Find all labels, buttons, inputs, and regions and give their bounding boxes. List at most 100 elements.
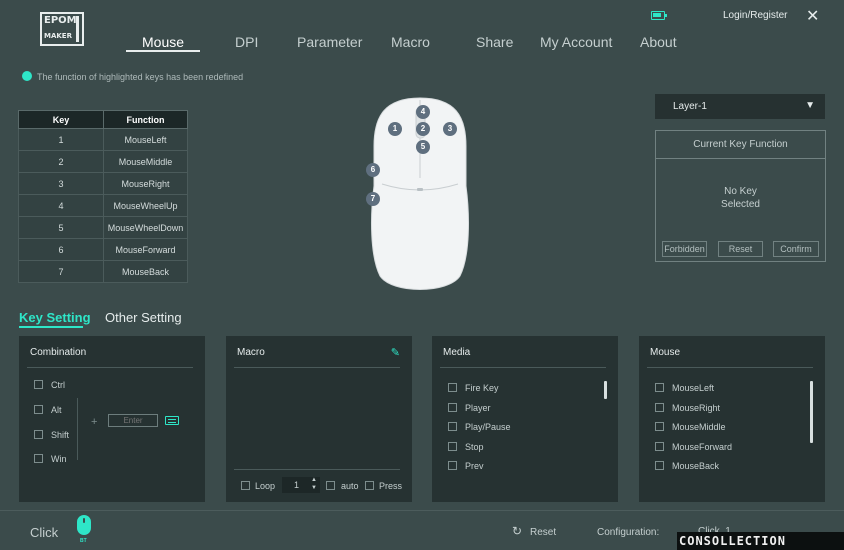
edit-pencil-icon[interactable]: ✎ bbox=[391, 346, 400, 359]
brand-line1: EPOM bbox=[44, 15, 77, 26]
key-setting-underline bbox=[19, 326, 83, 328]
bt-label: BT bbox=[80, 538, 87, 544]
footer-divider bbox=[0, 510, 844, 511]
auto-label: auto bbox=[341, 481, 359, 491]
plus-sign: + bbox=[91, 416, 98, 428]
tab-parameter[interactable]: Parameter bbox=[297, 34, 362, 50]
media-scrollbar[interactable] bbox=[604, 381, 607, 399]
press-checkbox[interactable] bbox=[365, 481, 374, 490]
close-icon[interactable]: ✕ bbox=[806, 6, 819, 26]
press-label: Press bbox=[379, 481, 403, 491]
click-label: Click bbox=[30, 525, 59, 540]
loop-count-stepper[interactable]: 1 ▲ ▼ bbox=[282, 477, 320, 493]
mouse-item-label: MouseLeft bbox=[672, 383, 715, 393]
redefined-notice: The function of highlighted keys has bee… bbox=[37, 72, 244, 82]
table-row[interactable]: 1 MouseLeft bbox=[18, 128, 188, 151]
auto-checkbox[interactable] bbox=[326, 481, 335, 490]
logo-bar bbox=[76, 16, 79, 42]
mouse-panel: Mouse MouseLeft MouseRight MouseMiddle M… bbox=[639, 336, 825, 502]
tab-about[interactable]: About bbox=[640, 34, 677, 50]
divider bbox=[647, 367, 813, 368]
ctrl-label: Ctrl bbox=[51, 380, 65, 390]
key-function-table: Key Function 1 MouseLeft 2 MouseMiddle 3 Mo… bbox=[18, 110, 188, 283]
loop-checkbox[interactable] bbox=[241, 481, 250, 490]
media-checkbox-play-pause[interactable] bbox=[448, 422, 457, 431]
tab-share[interactable]: Share bbox=[476, 34, 513, 50]
layer-select[interactable]: Layer-1 ▼ bbox=[655, 94, 825, 119]
table-row[interactable]: 2 MouseMiddle bbox=[18, 150, 188, 173]
mouse-item-label: MouseMiddle bbox=[672, 422, 726, 432]
table-row[interactable]: 7 MouseBack bbox=[18, 260, 188, 283]
loop-label: Loop bbox=[255, 481, 276, 491]
reset-icon[interactable]: ↻ bbox=[512, 524, 522, 538]
mouse-diagram: 1 2 3 4 5 6 7 bbox=[360, 96, 480, 296]
chevron-down-icon: ▼ bbox=[805, 100, 815, 111]
tab-mouse[interactable]: Mouse bbox=[142, 34, 184, 50]
mouse-key-badge-1[interactable]: 1 bbox=[388, 122, 402, 136]
tab-other-setting[interactable]: Other Setting bbox=[105, 310, 182, 325]
enter-key-input[interactable] bbox=[108, 414, 158, 427]
mouse-key-badge-7[interactable]: 7 bbox=[366, 192, 380, 206]
media-item-label: Prev bbox=[465, 461, 484, 471]
mouse-checkbox-forward[interactable] bbox=[655, 442, 664, 451]
reset-key-button[interactable]: Reset bbox=[718, 241, 763, 257]
divider bbox=[234, 367, 400, 368]
mouse-item-label: MouseRight bbox=[672, 403, 721, 413]
table-header-function: Function bbox=[103, 110, 188, 129]
mouse-item-label: MouseBack bbox=[672, 461, 720, 471]
macro-title: Macro bbox=[237, 347, 265, 358]
media-checkbox-stop[interactable] bbox=[448, 442, 457, 451]
combination-panel: Combination Ctrl Alt Shift Win + bbox=[19, 336, 205, 502]
media-item-label: Fire Key bbox=[465, 383, 499, 393]
loop-count-value: 1 bbox=[294, 480, 300, 490]
media-title: Media bbox=[443, 347, 471, 358]
watermark: CONSOLLECTION bbox=[677, 532, 844, 550]
battery-icon bbox=[651, 11, 667, 20]
tab-key-setting[interactable]: Key Setting bbox=[19, 310, 91, 325]
mouse-checkbox-back[interactable] bbox=[655, 461, 664, 470]
keyboard-icon[interactable] bbox=[165, 416, 179, 425]
mouse-key-badge-6[interactable]: 6 bbox=[366, 163, 380, 177]
login-register-link[interactable]: Login/Register bbox=[723, 10, 787, 21]
tab-dpi[interactable]: DPI bbox=[235, 34, 258, 50]
win-label: Win bbox=[51, 454, 67, 464]
mouse-key-badge-4[interactable]: 4 bbox=[416, 105, 430, 119]
current-key-title: Current Key Function bbox=[656, 131, 825, 159]
combination-title: Combination bbox=[30, 347, 87, 358]
brand-line2: MAKER bbox=[44, 32, 72, 40]
confirm-button[interactable]: Confirm bbox=[773, 241, 819, 257]
mouse-checkbox-left[interactable] bbox=[655, 383, 664, 392]
mouse-key-badge-5[interactable]: 5 bbox=[416, 140, 430, 154]
media-checkbox-player[interactable] bbox=[448, 403, 457, 412]
shift-label: Shift bbox=[51, 430, 70, 440]
table-row[interactable]: 5 MouseWheelDown bbox=[18, 216, 188, 239]
shift-checkbox[interactable] bbox=[34, 430, 43, 439]
tab-my-account[interactable]: My Account bbox=[540, 34, 612, 50]
mouse-key-badge-2[interactable]: 2 bbox=[416, 122, 430, 136]
mouse-item-label: MouseForward bbox=[672, 442, 733, 452]
active-tab-underline bbox=[126, 50, 200, 52]
macro-panel: Macro ✎ Loop 1 ▲ ▼ auto Press bbox=[226, 336, 412, 502]
ctrl-checkbox[interactable] bbox=[34, 380, 43, 389]
reset-button[interactable]: Reset bbox=[530, 527, 556, 538]
mouse-scrollbar[interactable] bbox=[810, 381, 813, 443]
brand-logo: EPOM MAKER bbox=[40, 12, 84, 46]
table-row[interactable]: 6 MouseForward bbox=[18, 238, 188, 261]
tab-macro[interactable]: Macro bbox=[391, 34, 430, 50]
mouse-checkbox-middle[interactable] bbox=[655, 422, 664, 431]
table-row[interactable]: 3 MouseRight bbox=[18, 172, 188, 195]
mouse-key-badge-3[interactable]: 3 bbox=[443, 122, 457, 136]
table-row[interactable]: 4 MouseWheelUp bbox=[18, 194, 188, 217]
mouse-checkbox-right[interactable] bbox=[655, 403, 664, 412]
table-header-key: Key bbox=[18, 110, 104, 129]
mouse-connection-icon bbox=[77, 515, 91, 535]
media-checkbox-prev[interactable] bbox=[448, 461, 457, 470]
alt-checkbox[interactable] bbox=[34, 405, 43, 414]
win-checkbox[interactable] bbox=[34, 454, 43, 463]
mouse-title: Mouse bbox=[650, 347, 681, 358]
media-checkbox-fire-key[interactable] bbox=[448, 383, 457, 392]
chevron-down-icon[interactable]: ▼ bbox=[311, 485, 317, 491]
forbidden-button[interactable]: Forbidden bbox=[662, 241, 707, 257]
layer-selected-value: Layer-1 bbox=[673, 101, 707, 112]
chevron-up-icon[interactable]: ▲ bbox=[311, 477, 317, 483]
